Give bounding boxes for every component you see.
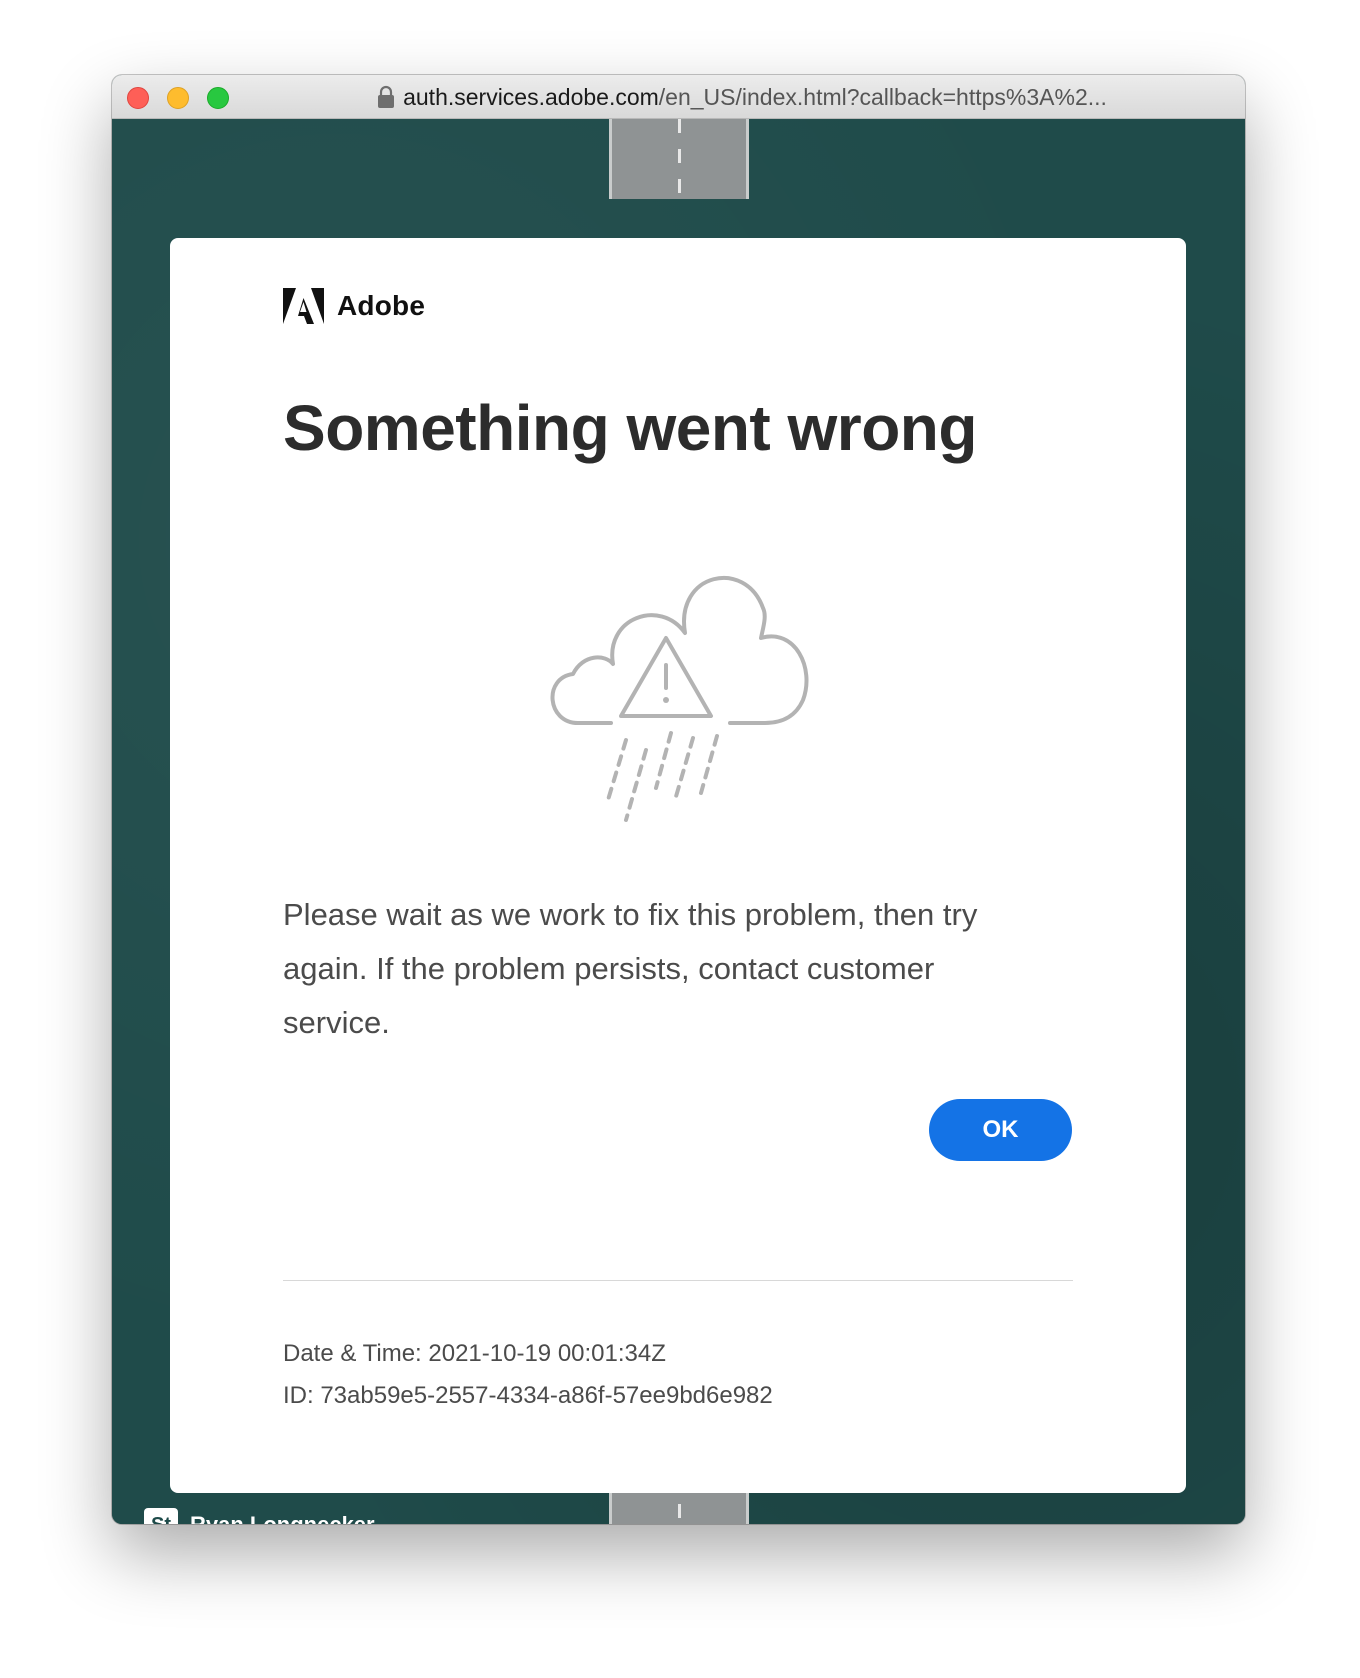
lock-icon [378,85,395,108]
close-window-button[interactable] [127,87,149,109]
error-message: Please wait as we work to fix this probl… [283,897,978,1040]
zoom-window-button[interactable] [207,87,229,109]
ok-button[interactable]: OK [929,1099,1072,1161]
photo-credit-name: Ryan Longnecker [190,1512,375,1524]
divider [283,1280,1073,1281]
background-road-top [609,119,749,199]
page-title: Something went wrong [283,392,977,464]
adobe-stock-icon: St [144,1508,178,1524]
error-dialog: Adobe Something went wrong Please wait a… [170,238,1186,1493]
adobe-logo-icon [283,288,324,324]
address-bar[interactable]: auth.services.adobe.com/en_US/index.html… [292,84,1192,110]
page-background: Adobe Something went wrong Please wait a… [112,119,1245,1524]
photo-credit[interactable]: St Ryan Longnecker [144,1508,375,1524]
brand-name: Adobe [337,290,426,321]
browser-window: auth.services.adobe.com/en_US/index.html… [112,75,1245,1524]
cloud-error-icon [550,575,809,822]
url-host: auth.services.adobe.com [403,84,659,110]
title-bar: auth.services.adobe.com/en_US/index.html… [112,75,1245,119]
error-date-time: Date & Time: 2021-10-19 00:01:34Z [283,1340,666,1367]
brand-header: Adobe [283,288,425,324]
error-details: Date & Time: 2021-10-19 00:01:34Z ID: 73… [283,1333,773,1417]
url-path: /en_US/index.html?callback=https%3A%2... [658,84,1107,110]
error-id: ID: 73ab59e5-2557-4334-a86f-57ee9bd6e982 [283,1382,773,1409]
minimize-window-button[interactable] [167,87,189,109]
